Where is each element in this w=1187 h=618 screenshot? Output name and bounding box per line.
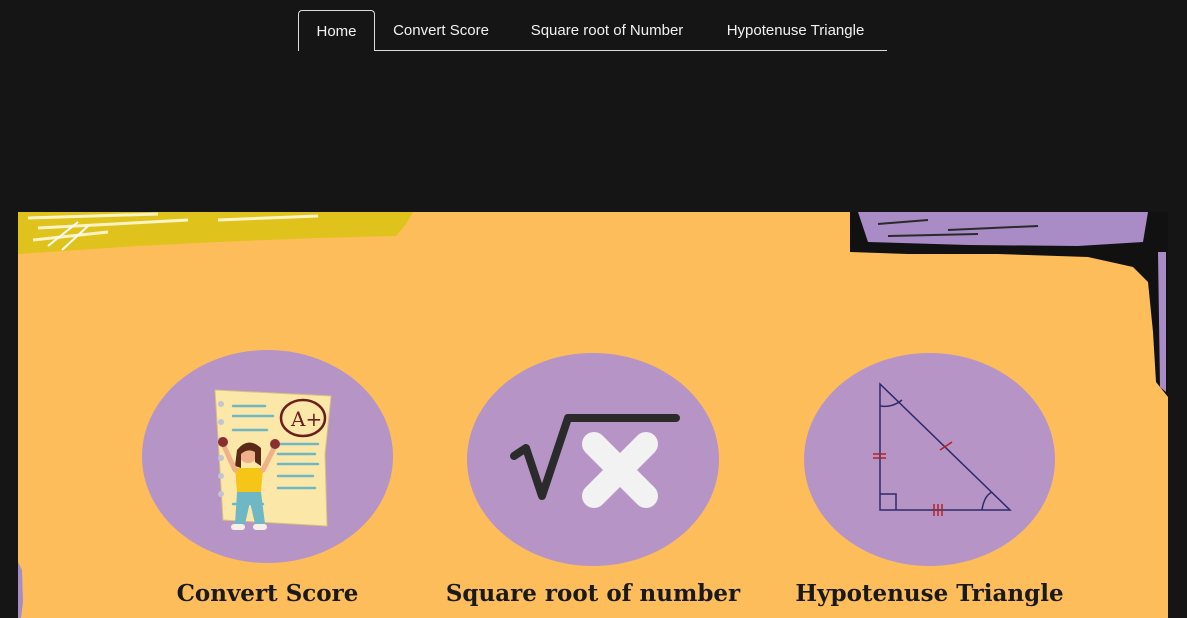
card-title[interactable]: Square root of number [437, 580, 749, 607]
yellow-brush-decoration [18, 212, 413, 254]
nav-tab-home[interactable]: Home [298, 10, 375, 51]
hero-banner: A+ Convert Score Square root of number H… [18, 212, 1168, 618]
right-triangle-icon [873, 382, 1012, 516]
graded-paper-girl-icon: A+ [214, 389, 332, 530]
purple-edge-decoration [18, 562, 23, 618]
nav-tab-convert-score[interactable]: Convert Score [378, 10, 504, 51]
square-root-x-icon [510, 414, 680, 508]
top-navigation: Home Convert Score Square root of Number… [298, 10, 887, 51]
card-title[interactable]: Hypotenuse Triangle [779, 580, 1080, 607]
nav-tab-hypotenuse-triangle[interactable]: Hypotenuse Triangle [712, 10, 879, 51]
svg-text:A+: A+ [290, 407, 322, 431]
card-title[interactable]: Convert Score [142, 580, 393, 607]
nav-tab-square-root[interactable]: Square root of Number [513, 10, 701, 51]
